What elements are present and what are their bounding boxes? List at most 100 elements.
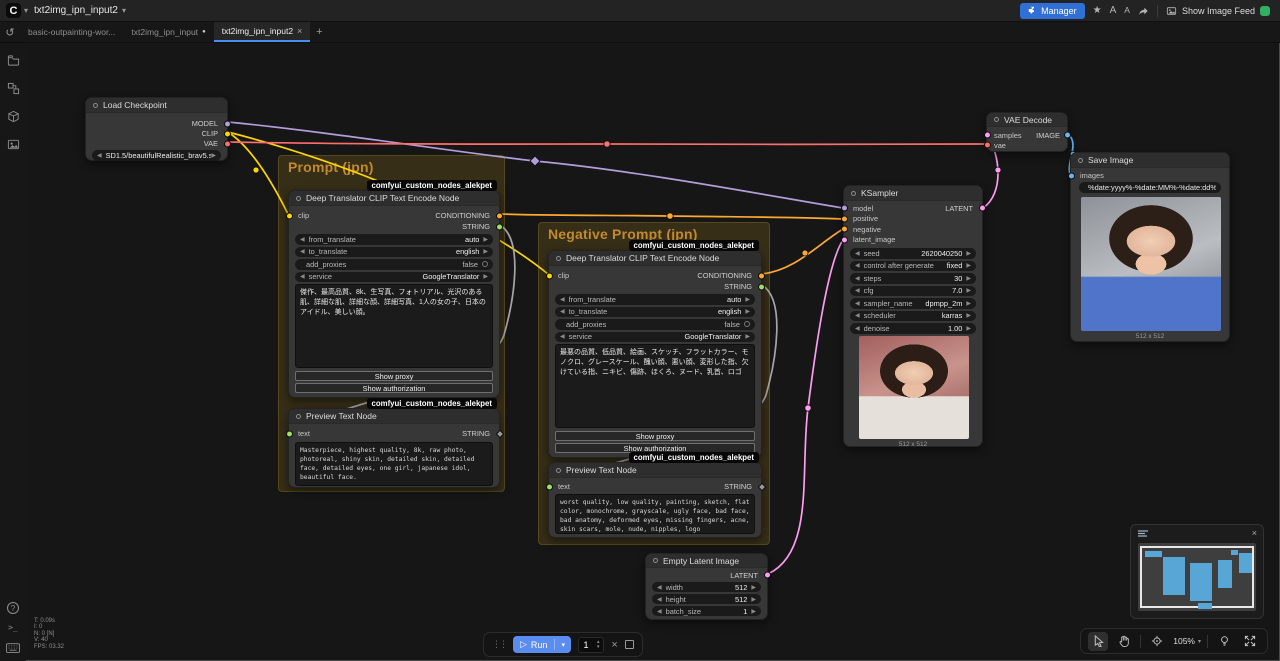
show-authorization-button[interactable]: Show authorization xyxy=(295,383,493,393)
left-arrow-icon[interactable]: ◀ xyxy=(560,296,565,303)
left-arrow-icon[interactable]: ◀ xyxy=(855,250,860,257)
widget-service[interactable]: ◀serviceGoogleTranslator▶ xyxy=(295,272,493,283)
link-dot[interactable] xyxy=(667,213,673,219)
port-model-in[interactable] xyxy=(841,205,848,212)
toggle-icon[interactable] xyxy=(482,261,488,267)
node-save-image[interactable]: Save Image images %date:yyyy%-%date:MM%-… xyxy=(1070,152,1230,342)
port-string-out[interactable] xyxy=(758,283,765,290)
link-dot[interactable] xyxy=(802,250,808,256)
link-dot[interactable] xyxy=(530,156,540,166)
prompt-textarea[interactable]: 傑作、最高品質、8k、生写真、フォトリアル、光沢のある肌、詳細な肌、詳細な顔、詳… xyxy=(295,284,493,368)
run-options-chevron-icon[interactable]: ▾ xyxy=(555,641,571,649)
comfyui-logo[interactable]: C xyxy=(6,3,21,18)
widget-to-translate[interactable]: ◀to_translateenglish▶ xyxy=(295,247,493,258)
stop-button[interactable] xyxy=(625,640,634,649)
terminal-icon[interactable]: >_ xyxy=(8,623,18,632)
left-arrow-icon[interactable]: ◀ xyxy=(855,312,860,319)
collapse-dot-icon[interactable] xyxy=(556,468,561,473)
right-arrow-icon[interactable]: ▶ xyxy=(745,333,750,340)
right-arrow-icon[interactable]: ▶ xyxy=(966,275,971,282)
left-arrow-icon[interactable]: ◀ xyxy=(560,333,565,340)
new-tab-button[interactable]: + xyxy=(310,22,328,42)
star-icon[interactable]: ★ xyxy=(1093,6,1102,16)
node-preview-text-positive[interactable]: comfyui_custom_nodes_alekpet Preview Tex… xyxy=(288,408,500,488)
left-arrow-icon[interactable]: ◀ xyxy=(855,287,860,294)
port-conditioning-out[interactable] xyxy=(758,272,765,279)
left-arrow-icon[interactable]: ◀ xyxy=(560,308,565,315)
toggle-icon[interactable] xyxy=(744,321,750,327)
ckpt-name-widget[interactable]: ◀ SD1.5/beautifulRealistic_brav5.s... ▶ xyxy=(92,150,221,161)
port-latent-image-in[interactable] xyxy=(841,236,848,243)
minimap-canvas[interactable] xyxy=(1138,543,1256,611)
node-header[interactable]: Deep Translator CLIP Text Encode Node xyxy=(289,191,499,206)
right-arrow-icon[interactable]: ▶ xyxy=(483,236,488,243)
drag-handle-icon[interactable]: ⋮⋮ xyxy=(492,639,506,650)
link-dot[interactable] xyxy=(995,167,1001,173)
right-arrow-icon[interactable]: ▶ xyxy=(966,300,971,307)
sidebar-model-library-icon[interactable] xyxy=(6,109,20,123)
manager-button[interactable]: Manager xyxy=(1020,3,1085,19)
logo-caret-icon[interactable]: ▾ xyxy=(24,6,28,15)
run-button[interactable]: ▷Run ▾ xyxy=(513,636,571,653)
port-samples-in[interactable] xyxy=(984,132,991,139)
node-header[interactable]: Empty Latent Image xyxy=(646,554,767,568)
collapse-dot-icon[interactable] xyxy=(556,256,561,261)
widget-width[interactable]: ◀width512▶ xyxy=(652,582,761,592)
tab-txt2img-ipn-input[interactable]: txt2img_ipn_input● xyxy=(123,22,213,42)
port-latent-out[interactable] xyxy=(979,205,986,212)
node-vae-decode[interactable]: VAE Decode samples IMAGE vae xyxy=(986,112,1068,152)
port-string-out[interactable] xyxy=(496,223,503,230)
tab-txt2img-ipn-input2[interactable]: txt2img_ipn_input2× xyxy=(214,22,311,42)
collapse-dot-icon[interactable] xyxy=(296,414,301,419)
node-ksampler[interactable]: KSampler model LATENT positive negative … xyxy=(843,185,983,447)
port-vae-out[interactable] xyxy=(224,140,231,147)
left-arrow-icon[interactable]: ◀ xyxy=(855,325,860,332)
widget-from-translate[interactable]: ◀from_translateauto▶ xyxy=(295,234,493,245)
right-arrow-icon[interactable]: ▶ xyxy=(745,308,750,315)
left-arrow-icon[interactable]: ◀ xyxy=(300,236,305,243)
node-empty-latent-image[interactable]: Empty Latent Image LATENT ◀width512▶ ◀he… xyxy=(645,553,768,620)
select-cursor-tool[interactable] xyxy=(1088,632,1108,651)
port-positive-in[interactable] xyxy=(841,215,848,222)
widget-to-translate[interactable]: ◀to_translateenglish▶ xyxy=(555,307,755,318)
left-arrow-icon[interactable]: ◀ xyxy=(300,273,305,280)
widget-height[interactable]: ◀height512▶ xyxy=(652,594,761,604)
widget-batch-size[interactable]: ◀batch_size1▶ xyxy=(652,606,761,616)
widget-seed[interactable]: ◀seed2620040250▶ xyxy=(850,248,976,259)
workflow-title-menu[interactable]: txt2img_ipn_input2 ▾ xyxy=(34,5,126,16)
tab-close-icon[interactable]: × xyxy=(297,26,302,36)
port-negative-in[interactable] xyxy=(841,226,848,233)
link-dot[interactable] xyxy=(253,167,259,173)
link-visibility-tool[interactable] xyxy=(1214,632,1234,651)
widget-cfg[interactable]: ◀cfg7.0▶ xyxy=(850,286,976,297)
left-arrow-icon[interactable]: ◀ xyxy=(855,275,860,282)
left-arrow-icon[interactable]: ◀ xyxy=(657,608,662,615)
right-arrow-icon[interactable]: ▶ xyxy=(966,325,971,332)
show-proxy-button[interactable]: Show proxy xyxy=(295,371,493,381)
node-header[interactable]: KSampler xyxy=(844,186,982,201)
right-arrow-icon[interactable]: ▶ xyxy=(966,250,971,257)
port-model-out[interactable] xyxy=(224,120,231,127)
widget-steps[interactable]: ◀steps30▶ xyxy=(850,273,976,284)
node-deep-translator-positive[interactable]: comfyui_custom_nodes_alekpet Deep Transl… xyxy=(288,190,500,398)
minimap-panel[interactable]: × xyxy=(1130,524,1264,619)
node-load-checkpoint[interactable]: Load Checkpoint MODEL CLIP VAE ◀ SD1.5/b… xyxy=(85,97,228,161)
fit-view-tool[interactable] xyxy=(1147,632,1167,651)
left-arrow-icon[interactable]: ◀ xyxy=(855,300,860,307)
right-arrow-icon[interactable]: ▶ xyxy=(966,262,971,269)
collapse-dot-icon[interactable] xyxy=(994,117,999,122)
node-header[interactable]: Preview Text Node xyxy=(289,409,499,424)
node-header[interactable]: Deep Translator CLIP Text Encode Node xyxy=(549,251,761,266)
right-arrow-icon[interactable]: ▶ xyxy=(745,296,750,303)
port-conditioning-out[interactable] xyxy=(496,212,503,219)
port-latent-out[interactable] xyxy=(764,572,771,579)
widget-from-translate[interactable]: ◀from_translateauto▶ xyxy=(555,294,755,305)
minimap-close-icon[interactable]: × xyxy=(1252,528,1257,538)
node-deep-translator-negative[interactable]: comfyui_custom_nodes_alekpet Deep Transl… xyxy=(548,250,762,458)
right-arrow-icon[interactable]: ▶ xyxy=(966,287,971,294)
widget-scheduler[interactable]: ◀schedulerkarras▶ xyxy=(850,311,976,322)
filename-prefix-widget[interactable]: %date:yyyy%-%date:MM%-%date:dd%/Com... xyxy=(1079,182,1221,193)
port-images-in[interactable] xyxy=(1068,172,1075,179)
link-dot[interactable] xyxy=(604,141,610,147)
toggle-minimap-tool[interactable] xyxy=(1240,632,1260,651)
